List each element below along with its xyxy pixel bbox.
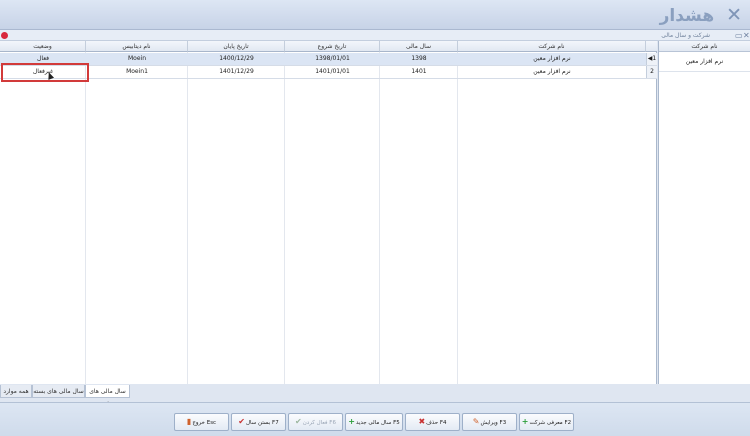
button-label: سال مالی جدید F5 (355, 420, 400, 426)
button-label: ویرایش F3 (480, 420, 507, 426)
action-toolbar: +معرفی شرکت F2 ✎ویرایش F3 ✖حذف F4 +سال م… (0, 402, 750, 436)
cell-database: Moein (127, 55, 146, 62)
col-header-start-date[interactable]: تاریخ شروع (285, 41, 380, 52)
row-number: 1 (652, 55, 657, 62)
button-label: حذف F4 (426, 420, 447, 426)
cell-company: نرم افزار معین (533, 68, 571, 75)
fiscal-years-grid: نام شرکت سال مالی تاریخ شروع تاریخ پایان… (0, 41, 657, 384)
button-label: معرفی شرکت F2 (529, 420, 572, 426)
pencil-icon: ✎ (472, 417, 480, 426)
exit-button[interactable]: ▮خروج Esc (174, 413, 229, 431)
row-number: 2 (650, 68, 654, 75)
row-indicator[interactable]: 2 (646, 66, 657, 78)
close-year-button[interactable]: ✔بستن سال F7 (231, 413, 286, 431)
close-icon[interactable]: ✕ (726, 4, 742, 26)
cell-year: 1401 (411, 68, 427, 75)
plus-icon: + (348, 417, 355, 426)
col-header-year[interactable]: سال مالی (380, 41, 458, 52)
title-bar: ✕ هشدار (0, 0, 750, 30)
table-row[interactable]: نرم افزار معین 1401 1401/01/01 1401/12/2… (0, 66, 657, 79)
company-list-panel: نام شرکت نرم افزار معین (658, 41, 750, 384)
new-fiscal-year-button[interactable]: +سال مالی جدید F5 (345, 413, 403, 431)
delete-icon: ✖ (418, 417, 426, 426)
form-caption-bar: شرکت و سال مالی ▭ ✕ (0, 30, 750, 41)
filter-tabs: سال مالی های باز سال مالی های بسته همه م… (0, 385, 750, 408)
cell-start-date: 1401/01/01 (315, 68, 350, 75)
button-label: فعال کردن F6 (302, 420, 336, 426)
window-title: هشدار (659, 6, 715, 26)
check-icon: ✔ (295, 417, 302, 426)
col-header-database[interactable]: نام دیتابیس (86, 41, 188, 52)
tab-all[interactable]: همه موارد (0, 385, 32, 398)
table-row[interactable]: نرم افزار معین 1398 1398/01/01 1400/12/2… (0, 53, 657, 66)
col-header-status[interactable]: وضعیت (0, 41, 86, 52)
col-header-end-date[interactable]: تاریخ پایان (188, 41, 285, 52)
tab-closed-years[interactable]: سال مالی های بسته (32, 385, 85, 398)
exit-door-icon: ▮ (186, 417, 192, 426)
add-company-button[interactable]: +معرفی شرکت F2 (519, 413, 574, 431)
company-list-item[interactable]: نرم افزار معین (659, 52, 750, 72)
cell-company: نرم افزار معین (533, 55, 571, 62)
cell-end-date: 1400/12/29 (219, 55, 254, 62)
activate-button[interactable]: ✔فعال کردن F6 (288, 413, 343, 431)
form-caption: شرکت و سال مالی (661, 32, 710, 39)
plus-icon: + (521, 417, 529, 426)
col-header-company[interactable]: نام شرکت (458, 41, 646, 52)
form-close-icon[interactable]: ✕ (743, 30, 750, 41)
button-label: بستن سال F7 (245, 420, 279, 426)
app-logo-icon (1, 32, 8, 39)
window-title-area: ✕ هشدار (660, 4, 742, 26)
cell-end-date: 1401/12/29 (219, 68, 254, 75)
row-indicator[interactable]: ◀1 (646, 53, 657, 65)
tab-open-years[interactable]: سال مالی های باز (85, 385, 130, 408)
pin-icon[interactable]: ▭ (735, 30, 743, 41)
check-icon: ✔ (238, 417, 245, 426)
delete-button[interactable]: ✖حذف F4 (405, 413, 460, 431)
cell-year: 1398 (411, 55, 427, 62)
company-list-header: نام شرکت (659, 41, 750, 52)
cell-database: Moein1 (126, 68, 148, 75)
edit-button[interactable]: ✎ویرایش F3 (462, 413, 517, 431)
row-indicator-header (646, 41, 657, 52)
cell-start-date: 1398/01/01 (315, 55, 350, 62)
button-label: خروج Esc (192, 420, 217, 426)
